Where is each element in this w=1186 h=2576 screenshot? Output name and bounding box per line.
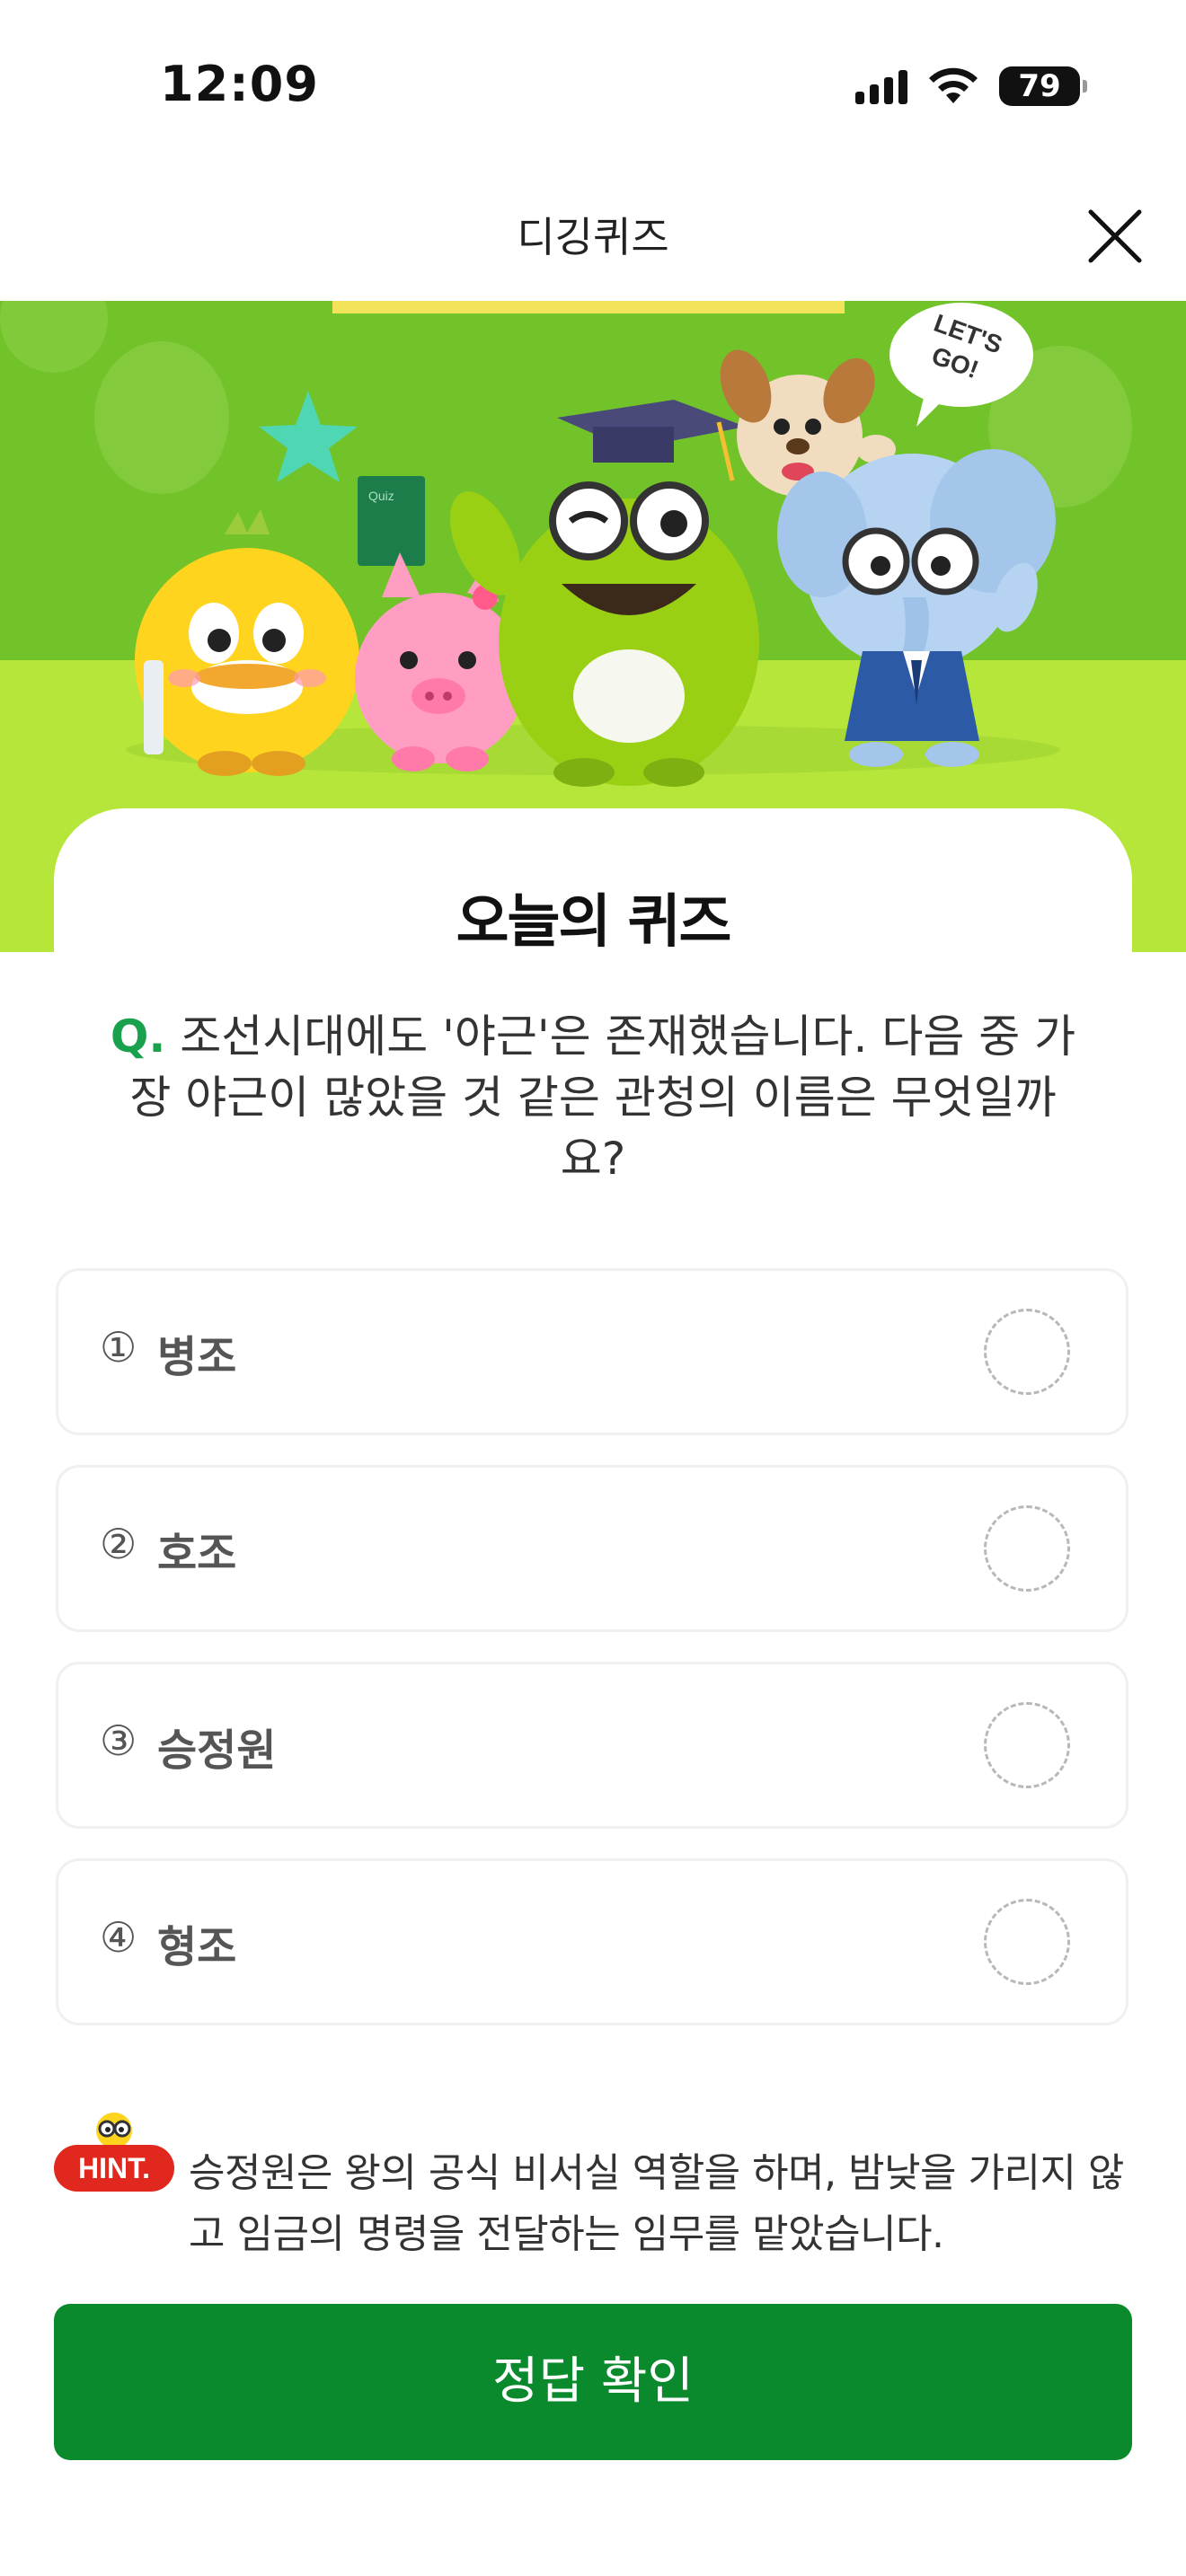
- option-label: 병조: [157, 1332, 237, 1382]
- option-2[interactable]: ② 호조: [56, 1465, 1128, 1632]
- option-label: 형조: [157, 1922, 237, 1972]
- wifi-icon: [929, 67, 978, 103]
- close-icon: [1088, 209, 1142, 263]
- option-4[interactable]: ④ 형조: [56, 1858, 1128, 2025]
- status-time: 12:09: [160, 56, 319, 112]
- battery-icon: 79: [999, 66, 1087, 106]
- status-bar: 12:09 79: [0, 0, 1186, 171]
- option-radio[interactable]: [984, 1702, 1070, 1788]
- option-1[interactable]: ① 병조: [56, 1268, 1128, 1435]
- battery-level: 79: [1018, 68, 1061, 104]
- option-radio[interactable]: [984, 1899, 1070, 1985]
- option-number: ②: [100, 1520, 137, 1568]
- quiz-book: Quiz: [358, 476, 425, 566]
- option-radio[interactable]: [984, 1505, 1070, 1592]
- option-number: ④: [100, 1913, 137, 1962]
- svg-text:HINT.: HINT.: [78, 2152, 150, 2184]
- quiz-heading-wrap: 오늘의 퀴즈: [0, 876, 1186, 958]
- option-3[interactable]: ③ 승정원: [56, 1662, 1128, 1829]
- close-button[interactable]: [1076, 198, 1154, 275]
- page-title: 디깅퀴즈: [517, 213, 669, 261]
- submit-answer-button[interactable]: 정답 확인: [54, 2304, 1132, 2460]
- option-number: ①: [100, 1323, 137, 1372]
- question-text: 조선시대에도 '야근'은 존재했습니다. 다음 중 가장 야근이 많았을 것 같…: [129, 1010, 1076, 1185]
- hint-text: 승정원은 왕의 공식 비서실 역할을 하며, 밤낮을 가리지 않고 임금의 명령…: [189, 2150, 1124, 2257]
- header: 디깅퀴즈: [0, 171, 1186, 301]
- quiz-heading: 오늘의 퀴즈: [447, 876, 739, 958]
- option-label: 호조: [157, 1529, 237, 1579]
- question: Q. 조선시대에도 '야근'은 존재했습니다. 다음 중 가장 야근이 많았을 …: [108, 1006, 1078, 1189]
- hint-icon: HINT.: [54, 2113, 174, 2192]
- svg-text:Quiz: Quiz: [368, 489, 394, 503]
- status-icons: 79: [855, 65, 1087, 108]
- signal-icon: [855, 68, 907, 104]
- option-number: ③: [100, 1716, 137, 1765]
- option-label: 승정원: [157, 1725, 277, 1776]
- question-marker: Q.: [110, 1010, 166, 1063]
- option-radio[interactable]: [984, 1309, 1070, 1395]
